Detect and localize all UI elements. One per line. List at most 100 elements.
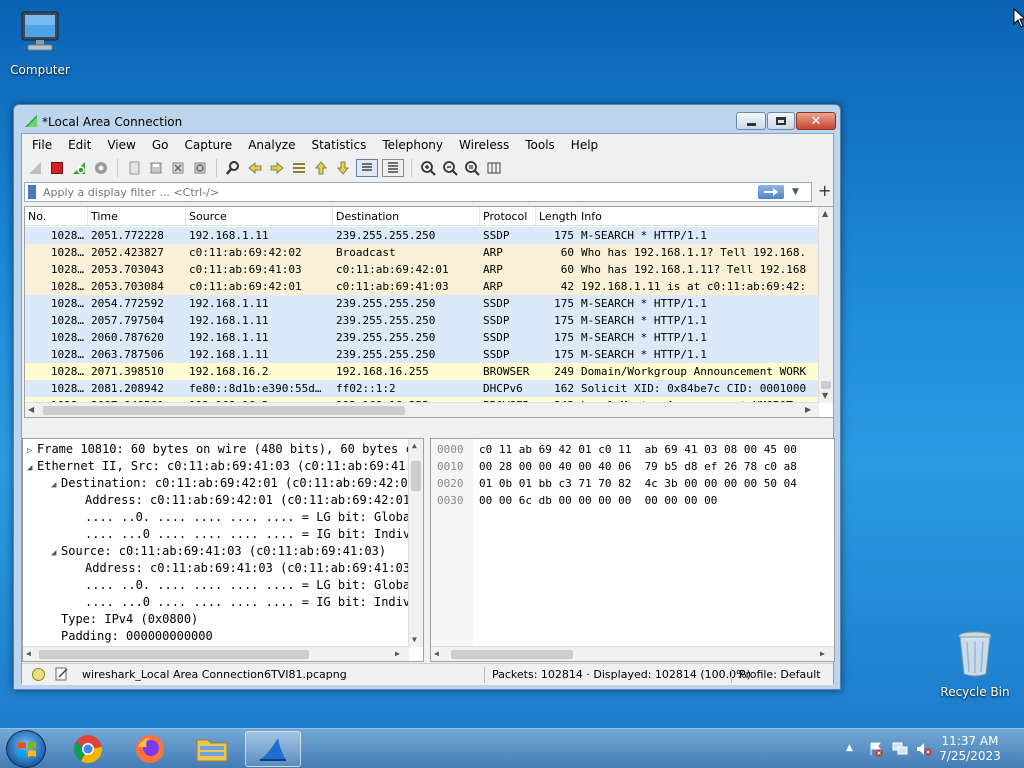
action-center-icon[interactable]: [868, 741, 884, 760]
scroll-down-icon[interactable]: ▼: [822, 391, 828, 400]
collapse-arrow-icon[interactable]: ◢: [51, 477, 61, 494]
menu-capture[interactable]: Capture: [176, 134, 240, 156]
scrollbar-thumb[interactable]: [451, 650, 573, 659]
autoscroll-button[interactable]: [356, 159, 378, 177]
save-file-button[interactable]: [147, 159, 165, 177]
menu-view[interactable]: View: [99, 134, 143, 156]
menu-telephony[interactable]: Telephony: [374, 134, 451, 156]
scroll-left-icon[interactable]: ◀: [26, 649, 31, 658]
scrollbar-thumb[interactable]: [411, 461, 421, 491]
scroll-left-icon[interactable]: ◀: [28, 405, 34, 414]
find-packet-button[interactable]: [224, 159, 242, 177]
zoom-in-button[interactable]: [419, 159, 437, 177]
zoom-reset-button[interactable]: [463, 159, 481, 177]
scroll-right-icon[interactable]: ▶: [805, 405, 811, 414]
menu-tools[interactable]: Tools: [517, 134, 563, 156]
maximize-button[interactable]: [767, 112, 795, 130]
scroll-up-icon[interactable]: ▲: [822, 209, 828, 218]
scroll-left-icon[interactable]: ◀: [434, 649, 439, 658]
menu-go[interactable]: Go: [144, 134, 177, 156]
menu-file[interactable]: File: [24, 134, 60, 156]
go-to-packet-button[interactable]: [290, 159, 308, 177]
close-file-button[interactable]: [169, 159, 187, 177]
desktop-icon-recycle-bin[interactable]: Recycle Bin: [935, 630, 1015, 699]
detail-tree-item[interactable]: .... ...0 .... .... .... .... = IG bit: …: [75, 526, 417, 543]
detail-tree-item[interactable]: .... ..0. .... .... .... .... = LG bit: …: [75, 577, 417, 594]
zoom-out-button[interactable]: [441, 159, 459, 177]
minimize-button[interactable]: [736, 112, 766, 130]
scroll-up-icon[interactable]: ▲: [412, 441, 417, 450]
menu-help[interactable]: Help: [563, 134, 606, 156]
hex-bytes[interactable]: 00 00 6c db 00 00 00 00 00 00 00 00: [479, 492, 717, 509]
table-row[interactable]: 1028… 2053.703084 c0:11:ab:69:42:01 c0:11:a…: [25, 278, 819, 295]
restart-capture-button[interactable]: [70, 159, 88, 177]
table-row[interactable]: 1028… 2057.797504 192.168.1.11 239.255.255.…: [25, 312, 819, 329]
taskbar-clock[interactable]: 11:37 AM 7/25/2023: [937, 734, 1003, 764]
scrollbar-thumb[interactable]: [43, 406, 405, 415]
go-last-packet-button[interactable]: [334, 159, 352, 177]
scroll-right-icon[interactable]: ▶: [395, 649, 400, 658]
table-row[interactable]: 1028… 2054.772592 192.168.1.11 239.255.255.…: [25, 295, 819, 312]
table-row[interactable]: 1028… 2052.423827 c0:11:ab:69:42:02 Broadca…: [25, 244, 819, 261]
scrollbar-thumb[interactable]: [39, 650, 309, 659]
scroll-down-icon[interactable]: ▼: [412, 635, 417, 644]
add-filter-button[interactable]: +: [818, 182, 831, 200]
collapse-arrow-icon[interactable]: ◢: [51, 545, 61, 562]
column-header-protocol[interactable]: Protocol: [480, 207, 536, 225]
title-bar[interactable]: *Local Area Connection ✕: [14, 105, 840, 133]
close-button[interactable]: ✕: [796, 112, 836, 130]
details-horizontal-scrollbar[interactable]: ◀ ▶: [23, 646, 409, 661]
go-forward-button[interactable]: [268, 159, 286, 177]
open-file-button[interactable]: [125, 159, 143, 177]
collapse-arrow-icon[interactable]: ◢: [27, 460, 37, 477]
profile-selector[interactable]: Profile: Default: [739, 668, 821, 681]
desktop-icon-computer[interactable]: Computer: [0, 8, 80, 77]
column-header-time[interactable]: Time: [88, 207, 186, 225]
capture-options-button[interactable]: [92, 159, 110, 177]
packet-list-horizontal-scrollbar[interactable]: ◀ ▶: [25, 402, 819, 417]
column-header-no[interactable]: No.: [25, 207, 88, 225]
table-row[interactable]: 1028… 2071.398510 192.168.16.2 192.168.16.2…: [25, 363, 819, 380]
details-vertical-scrollbar[interactable]: ▲ ▼: [408, 439, 423, 647]
scrollbar-thumb[interactable]: [821, 381, 831, 389]
hex-bytes[interactable]: 00 28 00 00 40 00 40 06 79 b5 d8 ef 26 7…: [479, 458, 797, 475]
menu-wireless[interactable]: Wireless: [451, 134, 517, 156]
hex-bytes[interactable]: 01 0b 01 bb c3 71 70 82 4c 3b 00 00 00 0…: [479, 475, 797, 492]
stop-capture-button[interactable]: [48, 159, 66, 177]
table-row[interactable]: 1028… 2051.772228 192.168.1.11 239.255.255.…: [25, 227, 819, 244]
detail-tree-item[interactable]: .... ..0. .... .... .... .... = LG bit: …: [75, 509, 417, 526]
colorize-button[interactable]: [382, 159, 404, 177]
taskbar-firefox-button[interactable]: [122, 731, 178, 767]
column-header-destination[interactable]: Destination: [333, 207, 480, 225]
volume-muted-icon[interactable]: [916, 741, 932, 760]
menu-statistics[interactable]: Statistics: [303, 134, 374, 156]
packet-list-vertical-scrollbar[interactable]: ▲ ▼: [818, 207, 833, 403]
go-first-packet-button[interactable]: [312, 159, 330, 177]
hex-bytes[interactable]: c0 11 ab 69 42 01 c0 11 ab 69 41 03 08 0…: [479, 441, 797, 458]
reload-file-button[interactable]: [191, 159, 209, 177]
capture-comment-icon[interactable]: [55, 667, 69, 684]
start-button[interactable]: [6, 730, 46, 768]
apply-filter-button[interactable]: [758, 185, 784, 199]
scroll-right-icon[interactable]: ▶: [820, 649, 825, 658]
go-back-button[interactable]: [246, 159, 264, 177]
column-header-source[interactable]: Source: [186, 207, 333, 225]
taskbar-wireshark-button[interactable]: [245, 731, 301, 767]
table-row[interactable]: 1028… 2063.787506 192.168.1.11 239.255.255.…: [25, 346, 819, 363]
detail-tree-item[interactable]: .... ...0 .... .... .... .... = IG bit: …: [75, 594, 417, 611]
detail-tree-item[interactable]: Padding: 000000000000: [51, 628, 213, 645]
table-row[interactable]: 1028… 2060.787620 192.168.1.11 239.255.255.…: [25, 329, 819, 346]
detail-tree-item[interactable]: Address: c0:11:ab:69:42:01 (c0:11:ab:69:…: [75, 492, 417, 509]
menu-edit[interactable]: Edit: [60, 134, 99, 156]
start-capture-button[interactable]: [26, 159, 44, 177]
resize-columns-button[interactable]: [485, 159, 503, 177]
menu-analyze[interactable]: Analyze: [240, 134, 303, 156]
expert-info-icon[interactable]: [32, 668, 45, 681]
filter-history-dropdown[interactable]: ▼: [792, 187, 799, 197]
show-hidden-icons-icon[interactable]: ▲: [846, 743, 853, 753]
display-filter-input[interactable]: [43, 183, 743, 201]
column-header-length[interactable]: Length: [536, 207, 578, 225]
column-header-info[interactable]: Info: [578, 207, 819, 225]
taskbar-explorer-button[interactable]: [184, 731, 240, 767]
network-icon[interactable]: [892, 741, 908, 760]
